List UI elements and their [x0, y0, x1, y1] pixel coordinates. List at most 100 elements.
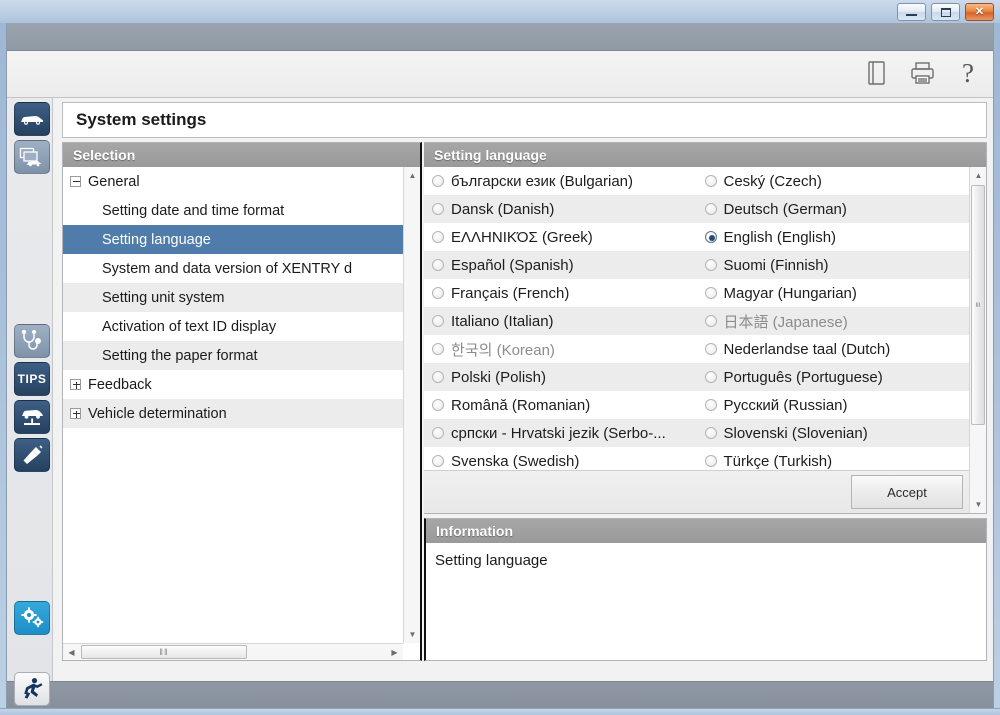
tree-node-label: Setting the paper format — [102, 347, 258, 364]
radio-checked-icon[interactable] — [704, 231, 717, 243]
language-option-label: Português (Portuguese) — [723, 368, 883, 386]
printer-icon[interactable] — [907, 58, 937, 88]
language-option[interactable]: Polski (Polish) — [424, 363, 697, 391]
tree-node-setting-language[interactable]: Setting language — [63, 225, 403, 254]
language-option[interactable]: српски - Hrvatski jezik (Serbo-... — [424, 419, 697, 447]
radio-unchecked-icon[interactable] — [704, 259, 717, 271]
language-option-label: Magyar (Hungarian) — [723, 284, 857, 302]
radio-unchecked-icon[interactable] — [432, 175, 444, 187]
tree-node-label: Setting date and time format — [102, 202, 285, 219]
radio-unchecked-icon[interactable] — [432, 287, 444, 299]
selection-vertical-scrollbar[interactable]: ▲ ▼ — [403, 167, 420, 643]
language-option[interactable]: Français (French) — [424, 279, 697, 307]
radio-unchecked-icon[interactable] — [704, 203, 717, 215]
radio-unchecked-icon[interactable] — [432, 455, 444, 467]
book-icon[interactable] — [861, 58, 891, 88]
radio-unchecked-icon[interactable] — [704, 427, 717, 439]
language-option[interactable]: 日本語 (Japanese) — [697, 307, 970, 335]
radio-unchecked-icon[interactable] — [432, 259, 444, 271]
language-option[interactable]: Dansk (Danish) — [424, 195, 697, 223]
collapse-toggle-icon[interactable] — [70, 176, 81, 187]
language-option[interactable]: EΛΛHNIKΌΣ (Greek) — [424, 223, 697, 251]
tree-node-system-data-version[interactable]: System and data version of XENTRY d — [63, 254, 403, 283]
language-option[interactable]: Türkçe (Turkish) — [697, 447, 970, 471]
rail-item-tips[interactable]: TIPS — [14, 362, 50, 396]
language-option[interactable]: Русский (Russian) — [697, 391, 970, 419]
panes-container: Selection General Setting date and time … — [62, 142, 987, 681]
language-option[interactable]: 한국의 (Korean) — [424, 335, 697, 363]
radio-unchecked-icon[interactable] — [432, 315, 444, 327]
language-option-label: Français (French) — [451, 284, 570, 302]
help-button[interactable]: ? — [953, 58, 983, 88]
language-option[interactable]: Magyar (Hungarian) — [697, 279, 970, 307]
maximize-button[interactable] — [931, 3, 960, 21]
rail-item-workshop[interactable] — [14, 400, 50, 434]
expand-toggle-icon[interactable] — [70, 408, 81, 419]
radio-unchecked-icon[interactable] — [704, 399, 717, 411]
app-top-band — [7, 23, 993, 51]
rail-item-diagnosis[interactable] — [14, 324, 50, 358]
language-row: Dansk (Danish) Deutsch (German) — [424, 195, 969, 223]
scroll-down-arrow-icon[interactable]: ▼ — [970, 496, 987, 513]
expand-toggle-icon[interactable] — [70, 379, 81, 390]
radio-unchecked-icon[interactable] — [432, 399, 444, 411]
language-option[interactable]: Português (Portuguese) — [697, 363, 970, 391]
language-option[interactable]: Ceský (Czech) — [697, 167, 970, 195]
hscroll-track[interactable] — [248, 644, 386, 661]
selection-horizontal-scrollbar[interactable]: ◀ ‖‖ ▶ — [63, 643, 403, 660]
scroll-down-arrow-icon[interactable]: ▼ — [404, 626, 421, 643]
close-button[interactable]: ✕ — [965, 3, 994, 21]
rail-item-vehicle[interactable] — [14, 102, 50, 136]
window-controls: ✕ — [897, 3, 994, 21]
radio-unchecked-icon[interactable] — [704, 315, 717, 327]
screwdriver-icon — [23, 445, 43, 464]
scroll-left-arrow-icon[interactable]: ◀ — [63, 644, 80, 660]
radio-unchecked-icon[interactable] — [432, 371, 444, 383]
language-option[interactable]: Nederlandse taal (Dutch) — [697, 335, 970, 363]
language-option[interactable]: Slovenski (Slovenian) — [697, 419, 970, 447]
radio-unchecked-icon[interactable] — [432, 203, 444, 215]
language-option[interactable]: Svenska (Swedish) — [424, 447, 697, 471]
rail-item-exit[interactable] — [14, 672, 50, 706]
tree-node-date-time[interactable]: Setting date and time format — [63, 196, 403, 225]
scroll-up-arrow-icon[interactable]: ▲ — [970, 167, 987, 184]
radio-unchecked-icon[interactable] — [432, 231, 444, 243]
accept-button[interactable]: Accept — [851, 475, 963, 509]
rail-item-tools[interactable] — [14, 438, 50, 472]
radio-unchecked-icon[interactable] — [704, 343, 717, 355]
radio-unchecked-icon[interactable] — [432, 343, 444, 355]
language-option-label: Türkçe (Turkish) — [723, 452, 833, 470]
language-option-label: Ceský (Czech) — [723, 172, 822, 190]
scroll-right-arrow-icon[interactable]: ▶ — [386, 644, 403, 660]
language-option[interactable]: Italiano (Italian) — [424, 307, 697, 335]
hscroll-thumb[interactable]: ‖‖ — [81, 645, 247, 659]
vscroll-thumb[interactable]: ≡ — [971, 185, 985, 425]
language-option[interactable]: Deutsch (German) — [697, 195, 970, 223]
minimize-button[interactable] — [897, 3, 926, 21]
language-list[interactable]: български език (Bulgarian) Ceský (Czech) D… — [424, 167, 969, 471]
tree-node-unit-system[interactable]: Setting unit system — [63, 283, 403, 312]
selection-tree[interactable]: General Setting date and time format Set… — [63, 167, 403, 643]
information-pane: Information Setting language — [424, 518, 987, 661]
tree-node-general[interactable]: General — [63, 167, 403, 196]
tree-node-text-id-display[interactable]: Activation of text ID display — [63, 312, 403, 341]
language-option-label: Italiano (Italian) — [451, 312, 554, 330]
tree-node-paper-format[interactable]: Setting the paper format — [63, 341, 403, 370]
language-option-label: English (English) — [723, 228, 837, 246]
radio-unchecked-icon[interactable] — [704, 175, 717, 187]
language-vertical-scrollbar[interactable]: ▲ ≡ ▼ — [969, 167, 986, 513]
language-option[interactable]: български език (Bulgarian) — [424, 167, 697, 195]
language-option[interactable]: English (English) — [697, 223, 970, 251]
radio-unchecked-icon[interactable] — [432, 427, 444, 439]
rail-item-settings[interactable] — [14, 601, 50, 635]
radio-unchecked-icon[interactable] — [704, 371, 717, 383]
language-option[interactable]: Română (Romanian) — [424, 391, 697, 419]
language-option[interactable]: Suomi (Finnish) — [697, 251, 970, 279]
radio-unchecked-icon[interactable] — [704, 287, 717, 299]
tree-node-feedback[interactable]: Feedback — [63, 370, 403, 399]
radio-unchecked-icon[interactable] — [704, 455, 717, 467]
language-option[interactable]: Español (Spanish) — [424, 251, 697, 279]
rail-item-documents[interactable] — [14, 140, 50, 174]
tree-node-vehicle-determination[interactable]: Vehicle determination — [63, 399, 403, 428]
scroll-up-arrow-icon[interactable]: ▲ — [404, 167, 421, 184]
